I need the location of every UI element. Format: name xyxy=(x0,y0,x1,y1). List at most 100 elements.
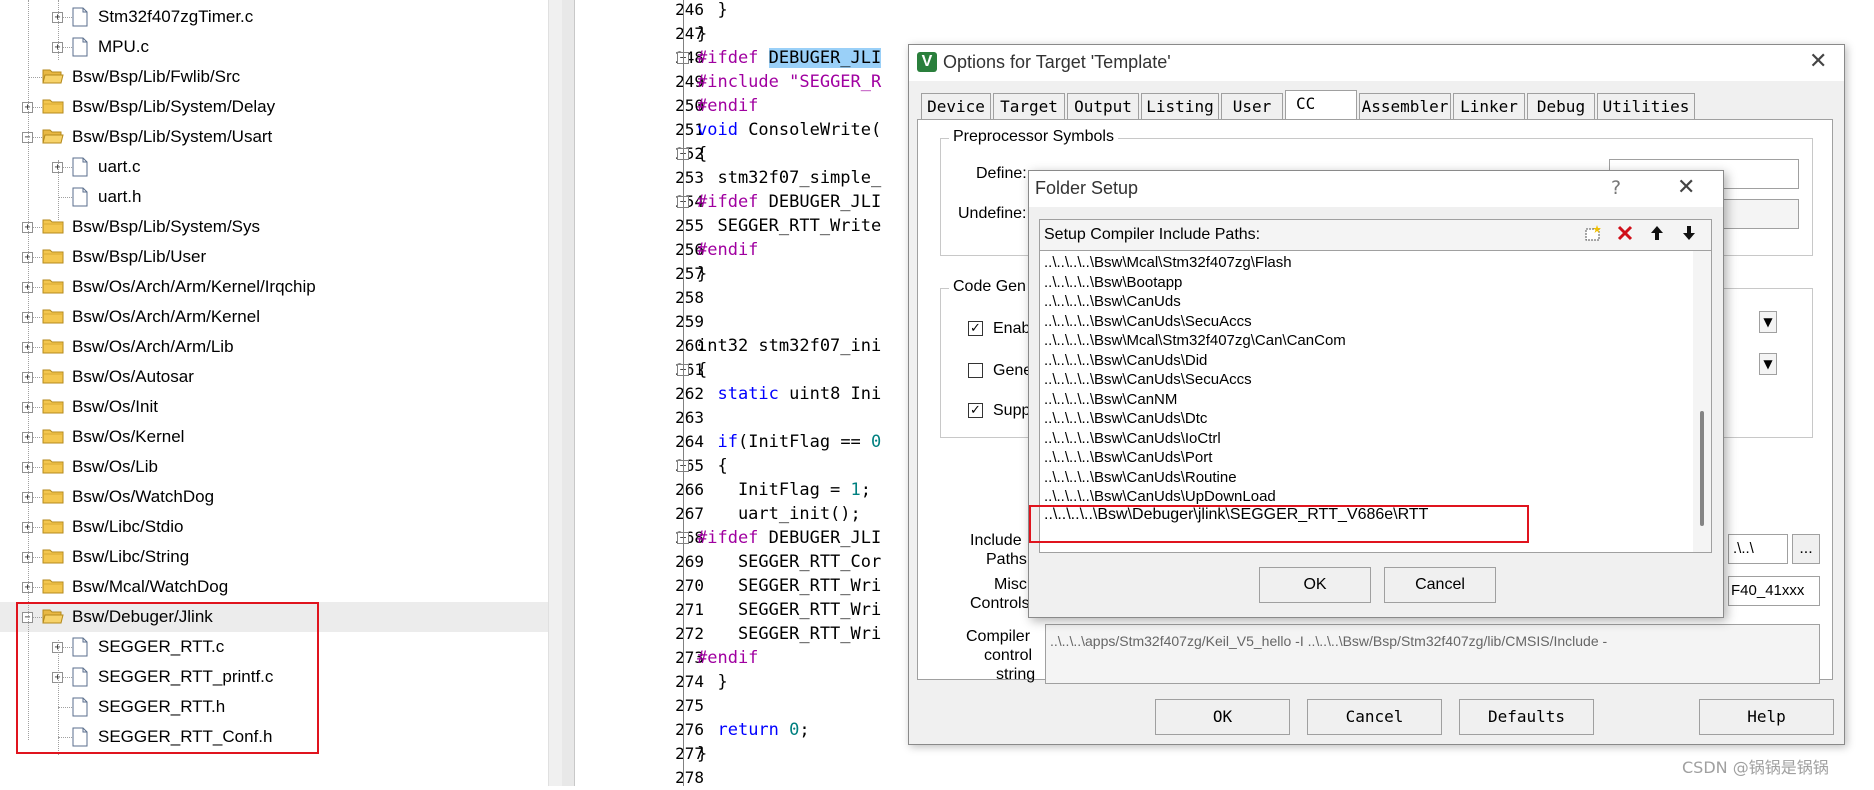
tree-folder-item[interactable]: + Bsw/Libc/String xyxy=(0,542,548,572)
code-line[interactable]: } xyxy=(697,262,707,286)
code-line[interactable]: SEGGER_RTT_Wri xyxy=(697,574,881,598)
generate-checkbox[interactable] xyxy=(968,363,983,378)
code-line[interactable]: #include "SEGGER_R xyxy=(697,70,881,94)
code-line[interactable]: SEGGER_RTT_Cor xyxy=(697,550,881,574)
close-icon[interactable]: ✕ xyxy=(1677,175,1695,200)
paths-scrollbar[interactable] xyxy=(1693,251,1711,552)
new-folder-icon[interactable] xyxy=(1580,223,1606,247)
tab-cc[interactable]: CC xyxy=(1285,90,1357,120)
options-cancel-button[interactable]: Cancel xyxy=(1307,699,1442,735)
include-path-item[interactable]: ..\..\..\..\Bsw\CanUds\SecuAccs xyxy=(1044,370,1252,390)
folder-icon xyxy=(42,368,64,385)
tree-scrollbar[interactable] xyxy=(548,0,563,786)
move-up-icon[interactable] xyxy=(1644,223,1670,247)
folder-cancel-button[interactable]: Cancel xyxy=(1384,567,1496,603)
code-line[interactable]: #endif xyxy=(697,238,758,262)
code-line[interactable]: #endif xyxy=(697,646,758,670)
include-path-item[interactable]: ..\..\..\..\Bsw\CanUds\IoCtrl xyxy=(1044,429,1221,449)
supp-checkbox[interactable]: ✓ xyxy=(968,403,983,418)
help-icon[interactable]: ? xyxy=(1611,177,1621,199)
tree-folder-item[interactable]: + Bsw/Os/WatchDog xyxy=(0,482,548,512)
enable-checkbox[interactable]: ✓ xyxy=(968,321,983,336)
combo-2-chevron-down-icon[interactable]: ▼ xyxy=(1759,353,1777,375)
code-line[interactable]: return 0; xyxy=(697,718,809,742)
code-line[interactable]: #ifdef DEBUGER_JLI xyxy=(697,46,882,70)
code-line[interactable]: void ConsoleWrite( xyxy=(697,118,881,142)
tree-folder-item[interactable]: + Bsw/Os/Arch/Arm/Lib xyxy=(0,332,548,362)
tree-folder-item[interactable]: + Bsw/Mcal/WatchDog xyxy=(0,572,548,602)
tree-folder-item[interactable]: + Bsw/Libc/Stdio xyxy=(0,512,548,542)
folder-ok-button[interactable]: OK xyxy=(1259,567,1371,603)
include-path-item[interactable]: ..\..\..\..\Bsw\CanUds\SecuAccs xyxy=(1044,312,1252,332)
include-path-item[interactable]: ..\..\..\..\Bsw\CanUds xyxy=(1044,292,1181,312)
code-line[interactable]: } xyxy=(697,0,727,22)
tab-utilities[interactable]: Utilities xyxy=(1597,93,1695,119)
include-path-item[interactable]: ..\..\..\..\Bsw\CanUds\Routine xyxy=(1044,468,1237,488)
tree-folder-item[interactable]: + Bsw/Os/Kernel xyxy=(0,422,548,452)
delete-icon[interactable] xyxy=(1612,223,1638,247)
include-browse-button[interactable]: ... xyxy=(1792,534,1820,564)
tree-folder-item[interactable]: + Bsw/Os/Autosar xyxy=(0,362,548,392)
tree-folder-item[interactable]: + Bsw/Bsp/Lib/User xyxy=(0,242,548,272)
combo-1-chevron-down-icon[interactable]: ▼ xyxy=(1759,311,1777,333)
paths-scroll-thumb[interactable] xyxy=(1700,411,1704,526)
code-line[interactable]: uart_init(); xyxy=(697,502,861,526)
tree-file-item[interactable]: + MPU.c xyxy=(0,32,548,62)
tab-target[interactable]: Target xyxy=(993,93,1065,119)
include-path-item[interactable]: ..\..\..\..\Bsw\CanNM xyxy=(1044,390,1177,410)
tab-listing[interactable]: Listing xyxy=(1141,93,1219,119)
code-line[interactable]: int32 stm32f07_ini xyxy=(697,334,881,358)
tree-folder-item[interactable]: + Bsw/Os/Lib xyxy=(0,452,548,482)
move-down-icon[interactable] xyxy=(1676,223,1702,247)
tree-file-item[interactable]: + Stm32f407zgTimer.c xyxy=(0,2,548,32)
tab-user[interactable]: User xyxy=(1221,93,1283,119)
code-token: #ifdef xyxy=(697,48,769,68)
code-line[interactable]: } xyxy=(697,670,727,694)
code-line[interactable]: } xyxy=(697,22,707,46)
tree-folder-item[interactable]: + Bsw/Os/Arch/Arm/Kernel xyxy=(0,302,548,332)
include-path-item[interactable]: ..\..\..\..\Bsw\CanUds\Dtc xyxy=(1044,409,1207,429)
code-line[interactable]: #ifdef DEBUGER_JLI xyxy=(697,190,881,214)
include-path-item[interactable]: ..\..\..\..\Bsw\CanUds\Did xyxy=(1044,351,1207,371)
code-line[interactable]: { xyxy=(697,454,727,478)
options-defaults-button[interactable]: Defaults xyxy=(1459,699,1594,735)
code-line[interactable]: static uint8 Ini xyxy=(697,382,881,406)
tree-folder-item[interactable]: − Bsw/Bsp/Lib/System/Usart xyxy=(0,122,548,152)
tree-folder-item[interactable]: + Bsw/Os/Arch/Arm/Kernel/Irqchip xyxy=(0,272,548,302)
tab-linker[interactable]: Linker xyxy=(1453,93,1525,119)
folder-icon xyxy=(42,428,64,445)
code-line[interactable]: #ifdef DEBUGER_JLI xyxy=(697,526,881,550)
include-path-item[interactable]: ..\..\..\..\Bsw\CanUds\Port xyxy=(1044,448,1212,468)
code-line[interactable]: } xyxy=(697,742,707,766)
tab-assembler[interactable]: Assembler xyxy=(1359,93,1451,119)
include-path-item[interactable]: ..\..\..\..\Bsw\Mcal\Stm32f407zg\Can\Can… xyxy=(1044,331,1346,351)
tree-folder-item[interactable]: + Bsw/Os/Init xyxy=(0,392,548,422)
tree-item-label: Stm32f407zgTimer.c xyxy=(98,7,254,26)
tab-debug[interactable]: Debug xyxy=(1527,93,1595,119)
tree-file-item[interactable]: + uart.c xyxy=(0,152,548,182)
tree-folder-item[interactable]: + Bsw/Bsp/Lib/System/Delay xyxy=(0,92,548,122)
code-line[interactable]: stm32f07_simple_ xyxy=(697,166,881,190)
tab-output[interactable]: Output xyxy=(1067,93,1139,119)
include-paths-field[interactable]: .\..\ xyxy=(1728,534,1788,564)
misc-controls-field[interactable]: F40_41xxx xyxy=(1728,576,1820,606)
tree-folder-item[interactable]: + Bsw/Bsp/Lib/System/Sys xyxy=(0,212,548,242)
options-help-button[interactable]: Help xyxy=(1699,699,1834,735)
code-line[interactable]: { xyxy=(697,358,707,382)
code-line[interactable]: SEGGER_RTT_Wri xyxy=(697,622,881,646)
include-path-item[interactable]: ..\..\..\..\Bsw\Bootapp xyxy=(1044,273,1182,293)
tree-folder-item[interactable]: Bsw/Bsp/Lib/Fwlib/Src xyxy=(0,62,548,92)
code-line[interactable]: InitFlag = 1; xyxy=(697,478,871,502)
include-path-item[interactable]: ..\..\..\..\Bsw\CanUds\UpDownLoad xyxy=(1044,487,1276,507)
code-line[interactable]: { xyxy=(697,142,707,166)
close-icon[interactable]: ✕ xyxy=(1809,49,1827,74)
include-path-item[interactable]: ..\..\..\..\Bsw\Mcal\Stm32f407zg\Flash xyxy=(1044,253,1292,273)
options-ok-button[interactable]: OK xyxy=(1155,699,1290,735)
line-number: 251 xyxy=(675,120,704,139)
code-line[interactable]: SEGGER_RTT_Write xyxy=(697,214,881,238)
code-line[interactable]: SEGGER_RTT_Wri xyxy=(697,598,881,622)
tab-device[interactable]: Device xyxy=(921,93,991,119)
tree-file-item[interactable]: uart.h xyxy=(0,182,548,212)
code-line[interactable]: #endif xyxy=(697,94,758,118)
code-line[interactable]: if(InitFlag == 0 xyxy=(697,430,881,454)
